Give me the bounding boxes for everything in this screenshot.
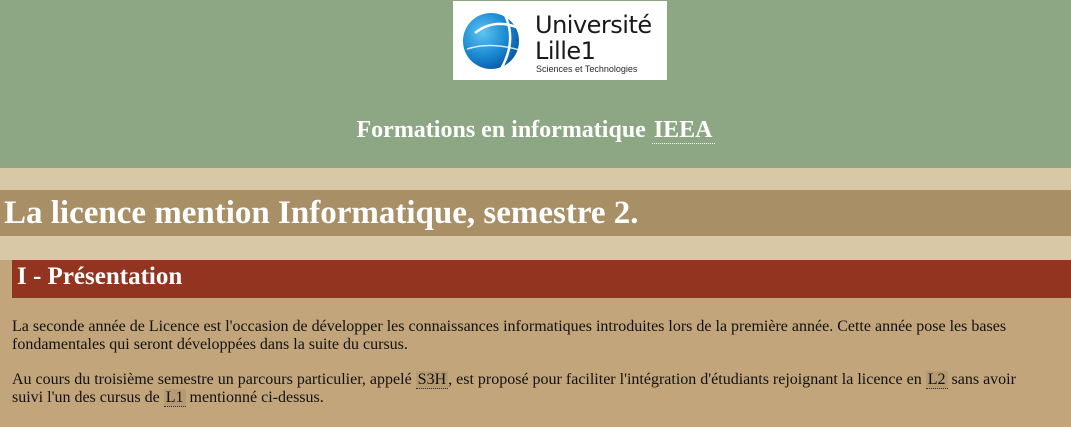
page-title-bar: La licence mention Informatique, semestr… [0, 190, 1071, 236]
site-title: Formations en informatique IEEA [0, 116, 1071, 144]
paragraph-s3h-text4: suivi l'un des cursus de [12, 389, 160, 406]
abbr-l1[interactable]: L1 [163, 389, 186, 407]
paragraph-intro-line1: La seconde année de Licence est l'occasi… [12, 318, 1007, 335]
paragraph-s3h-text5: mentionné ci-dessus. [189, 389, 324, 406]
abbr-l2[interactable]: L2 [925, 371, 948, 389]
paragraph-s3h-text2: , est proposé pour faciliter l'intégrati… [448, 371, 922, 388]
paragraph-s3h-text1: Au cours du troisième semestre un parcou… [12, 371, 412, 388]
logo-text-line2: Lille1 [535, 37, 596, 65]
ieea-link[interactable]: IEEA [651, 117, 715, 144]
globe-logo-icon [463, 13, 524, 70]
paragraph-intro: La seconde année de Licence est l'occasi… [12, 318, 1071, 354]
university-logo[interactable]: Université Lille1 Sciences et Technologi… [453, 1, 667, 80]
page-title: La licence mention Informatique, semestr… [4, 195, 639, 231]
logo-tagline: Sciences et Technologies [536, 64, 638, 74]
paragraph-s3h-text3: sans avoir [951, 371, 1016, 388]
paragraph-s3h: Au cours du troisième semestre un parcou… [12, 371, 1071, 407]
logo-text-line1: Université [535, 11, 652, 39]
site-title-prefix: Formations en informatique [356, 117, 646, 143]
site-header: Université Lille1 Sciences et Technologi… [0, 0, 1071, 168]
abbr-s3h[interactable]: S3H [415, 371, 449, 389]
paragraph-intro-line2: fondamentales qui seront développées dan… [12, 336, 408, 353]
section-heading-bar: I - Présentation [12, 260, 1071, 298]
section-heading: I - Présentation [17, 263, 183, 290]
